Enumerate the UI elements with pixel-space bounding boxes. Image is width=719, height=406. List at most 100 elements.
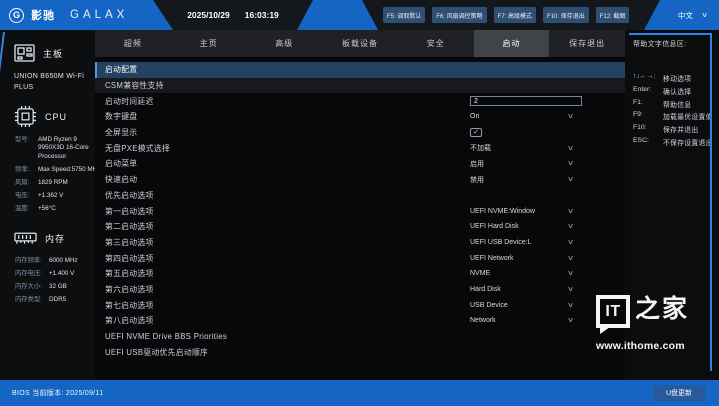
setting-label: 第二启动选项 <box>105 221 154 232</box>
settings-row[interactable]: 启动配置 <box>95 62 625 78</box>
settings-row[interactable]: 第二启动选项 UEFI Hard Disk ∨ <box>95 219 625 235</box>
setting-select[interactable]: Network ∨ <box>470 317 573 324</box>
cpu-icon <box>14 105 37 128</box>
fn-key-button[interactable]: F5: 调取默认 <box>383 7 425 23</box>
setting-select[interactable]: 不加载 ∨ <box>470 143 573 153</box>
menu-tab[interactable]: 保存退出 <box>549 30 625 57</box>
stat-row: 频率: Max Speed:5750 MHz <box>15 166 95 175</box>
menu-tabbar: 超频 主页 高级 板载设备 安全 启动 保存退出 <box>95 30 625 57</box>
help-key: ↑↓←→: <box>633 73 663 83</box>
setting-label: 第七启动选项 <box>105 300 154 311</box>
stat-row: 内存大小: 32 GB <box>15 283 95 292</box>
board-model: UNION B650M Wi-Fi PLUS <box>14 72 85 94</box>
fn-key-button[interactable]: F12: 截图 <box>596 7 630 23</box>
stat-row: 内存类型: DDR5 <box>15 296 95 305</box>
chevron-down-icon: ∨ <box>567 239 574 246</box>
chevron-down-icon: ∨ <box>567 255 574 262</box>
board-section-title: 主板 <box>43 47 63 60</box>
stat-value: 6000 MHz <box>49 257 78 266</box>
help-desc: 确认选择 <box>663 86 691 96</box>
setting-label: UEFI USB驱动优先启动顺序 <box>105 347 208 358</box>
setting-checkbox[interactable]: ✓ <box>470 128 482 137</box>
settings-row[interactable]: 第八启动选项 Network ∨ <box>95 313 625 329</box>
settings-row[interactable]: 第七启动选项 USB Device ∨ <box>95 297 625 313</box>
stat-label: 内存大小: <box>15 283 49 292</box>
help-key: Enter: <box>633 86 663 96</box>
help-desc: 不保存设置退出 <box>663 137 713 147</box>
stat-label: 风扇: <box>15 179 38 188</box>
setting-label: 启动配置 <box>105 64 137 75</box>
settings-row[interactable]: 数字键盘 On ∨ <box>95 109 625 125</box>
stat-label: 型号: <box>15 136 38 162</box>
menu-tab[interactable]: 启动 <box>474 30 550 57</box>
stat-value: +1.400 V <box>49 270 74 279</box>
setting-select[interactable]: On ∨ <box>470 113 573 120</box>
memory-stats: 内存频率: 6000 MHz 内存电压: +1.400 V 内存大小: 32 G… <box>0 257 95 305</box>
settings-row[interactable]: 全屏显示 ✓ <box>95 125 625 141</box>
select-value: UEFI USB Device:L <box>470 239 531 246</box>
usb-update-button[interactable]: U盘更新 <box>653 385 705 401</box>
memory-icon <box>14 232 37 245</box>
language-selector[interactable]: 中文 ∨ <box>678 0 707 30</box>
setting-control-slot: Network ∨ <box>470 313 573 329</box>
fn-key-button[interactable]: F10: 保存退出 <box>543 7 589 23</box>
setting-label: 启动时间延迟 <box>105 96 154 107</box>
setting-label: 启动菜单 <box>105 158 137 169</box>
settings-row[interactable]: 第六启动选项 Hard Disk ∨ <box>95 282 625 298</box>
help-desc: 保存并退出 <box>663 124 698 134</box>
setting-select[interactable]: Hard Disk ∨ <box>470 286 573 293</box>
setting-select[interactable]: UEFI Hard Disk ∨ <box>470 223 573 230</box>
setting-select[interactable]: USB Device ∨ <box>470 302 573 309</box>
settings-row[interactable]: CSM兼容性支持 <box>95 78 625 94</box>
settings-row[interactable]: 第一启动选项 UEFI NVME:Window ∨ <box>95 203 625 219</box>
fn-key-button[interactable]: F7: 高级模式 <box>494 7 536 23</box>
cpu-section-title: CPU <box>45 112 67 122</box>
menu-tab[interactable]: 安全 <box>398 30 474 57</box>
chevron-down-icon: ∨ <box>567 317 574 324</box>
setting-select[interactable]: NVME ∨ <box>470 270 573 277</box>
help-key: F1: <box>633 99 663 109</box>
chevron-down-icon: ∨ <box>567 145 574 152</box>
setting-select[interactable]: UEFI Network ∨ <box>470 255 573 262</box>
setting-label: UEFI NVME Drive BBS Priorities <box>105 332 227 341</box>
setting-control-slot: USB Device ∨ <box>470 297 573 313</box>
stat-label: 内存类型: <box>15 296 49 305</box>
brand-name-en: GALAX <box>70 9 128 21</box>
menu-tab[interactable]: 主页 <box>171 30 247 57</box>
bios-setup-screen: G 影驰 GALAX 2025/10/29 16:03:19 F5: 调取默认 … <box>0 0 719 406</box>
board-section-header: 主板 <box>14 42 95 64</box>
menu-tab[interactable]: 高级 <box>246 30 322 57</box>
setting-select[interactable]: 禁用 ∨ <box>470 175 573 185</box>
settings-row[interactable]: 无盘PXE模式选择 不加载 ∨ <box>95 140 625 156</box>
settings-row[interactable]: UEFI NVME Drive BBS Priorities <box>95 329 625 345</box>
cpu-section-header: CPU <box>14 106 95 128</box>
setting-select[interactable]: UEFI USB Device:L ∨ <box>470 239 573 246</box>
help-line: F9: 加载最优设置值 <box>633 111 719 121</box>
menu-tab[interactable]: 板载设备 <box>322 30 398 57</box>
setting-select[interactable]: UEFI NVME:Window ∨ <box>470 208 573 215</box>
settings-row[interactable]: 第四启动选项 UEFI Network ∨ <box>95 250 625 266</box>
setting-label: 第六启动选项 <box>105 284 154 295</box>
help-key: F10: <box>633 124 663 134</box>
decorative-frame-top <box>629 33 711 35</box>
topbar: G 影驰 GALAX 2025/10/29 16:03:19 F5: 调取默认 … <box>0 0 719 30</box>
setting-select[interactable]: 启用 ∨ <box>470 159 573 169</box>
settings-row[interactable]: 启动菜单 启用 ∨ <box>95 156 625 172</box>
help-line: F1: 帮助信息 <box>633 99 719 109</box>
menu-tab[interactable]: 超频 <box>95 30 171 57</box>
system-date: 2025/10/29 <box>187 10 230 20</box>
settings-row[interactable]: 第五启动选项 NVME ∨ <box>95 266 625 282</box>
stat-value: 1829 RPM <box>38 179 68 188</box>
stat-label: 温度: <box>15 205 38 214</box>
chevron-down-icon: ∨ <box>567 176 574 183</box>
setting-input[interactable]: 2 <box>470 96 582 106</box>
settings-row[interactable]: UEFI USB驱动优先启动顺序 <box>95 344 625 360</box>
settings-row[interactable]: 快速启动 禁用 ∨ <box>95 172 625 188</box>
settings-row[interactable]: 第三启动选项 UEFI USB Device:L ∨ <box>95 235 625 251</box>
memory-section-header: 内存 <box>14 227 95 249</box>
settings-row[interactable]: 启动时间延迟 2 <box>95 93 625 109</box>
settings-row[interactable]: 优先启动选项 <box>95 188 625 204</box>
setting-control-slot: UEFI NVME:Window ∨ <box>470 203 573 219</box>
stat-row: 电压: +1.362 V <box>15 192 95 201</box>
fn-key-button[interactable]: F6: 风扇调控策略 <box>432 7 486 23</box>
